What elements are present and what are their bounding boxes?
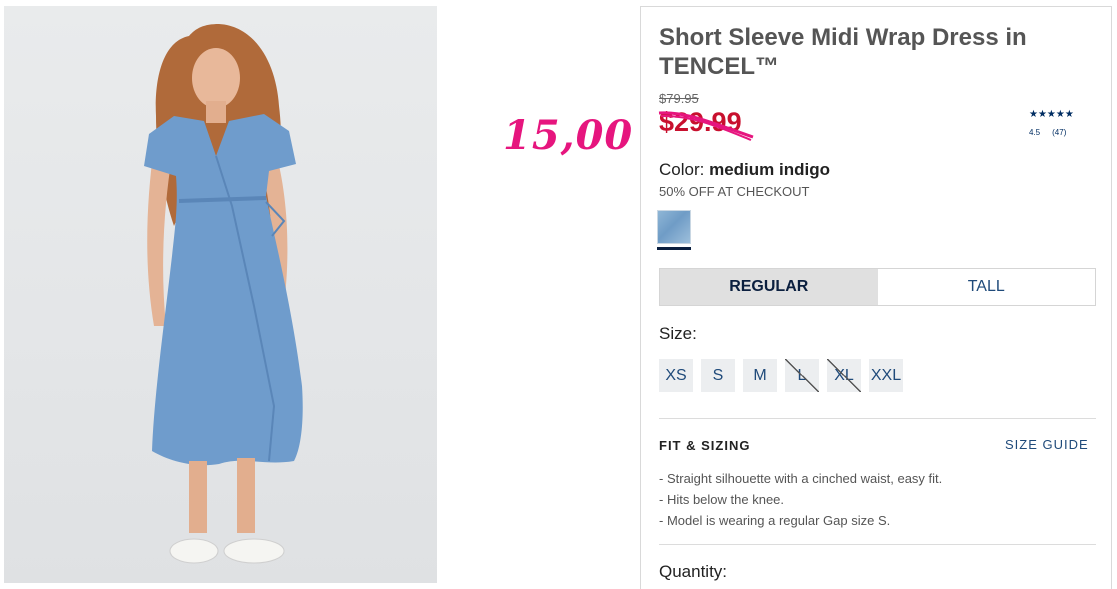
product-rating[interactable]: ★★★★★ 4.5 (47) (1029, 109, 1074, 137)
product-detail-panel: Short Sleeve Midi Wrap Dress in TENCEL™ … (640, 6, 1112, 589)
model-in-dress-illustration (144, 24, 303, 564)
size-button-m[interactable]: M (743, 359, 777, 392)
size-button-xxl[interactable]: XXL (869, 359, 903, 392)
divider (659, 544, 1096, 545)
review-count[interactable]: (47) (1052, 128, 1066, 137)
swatch-selected-indicator (657, 247, 691, 250)
size-button-l-unavailable[interactable]: L (785, 359, 819, 392)
rating-score: 4.5 (1029, 128, 1041, 137)
size-button-xs[interactable]: XS (659, 359, 693, 392)
rating-stars-icon: ★★★★★ (1029, 109, 1074, 120)
color-swatch-medium-indigo[interactable] (657, 210, 691, 244)
promo-text: 50% OFF AT CHECKOUT (659, 184, 810, 199)
tab-regular[interactable]: REGULAR (660, 269, 878, 305)
size-button-xl-unavailable[interactable]: XL (827, 359, 861, 392)
fit-details-list: Straight silhouette with a cinched waist… (659, 468, 942, 531)
size-label: Size: (659, 324, 697, 343)
size-guide-link[interactable]: SIZE GUIDE (1005, 437, 1089, 452)
quantity-label: Quantity: (659, 562, 728, 581)
list-item: Straight silhouette with a cinched waist… (659, 468, 942, 489)
divider (659, 418, 1096, 419)
annotated-new-price: 15,00 (503, 112, 634, 159)
color-selection: Color: medium indigo (659, 160, 830, 180)
list-item: Model is wearing a regular Gap size S. (659, 510, 942, 531)
size-button-s[interactable]: S (701, 359, 735, 392)
product-image (4, 6, 437, 583)
color-value: medium indigo (709, 160, 830, 179)
tab-tall[interactable]: TALL (877, 269, 1095, 305)
product-title: Short Sleeve Midi Wrap Dress in TENCEL™ (659, 24, 1027, 80)
color-label: Color: (659, 160, 705, 179)
size-options: XS S M L XL XXL (659, 359, 911, 392)
fit-type-tabs: REGULAR TALL (659, 268, 1096, 306)
list-item: Hits below the knee. (659, 489, 942, 510)
price-strikethrough-annotation (658, 111, 754, 141)
fit-sizing-heading: FIT & SIZING (659, 438, 751, 453)
